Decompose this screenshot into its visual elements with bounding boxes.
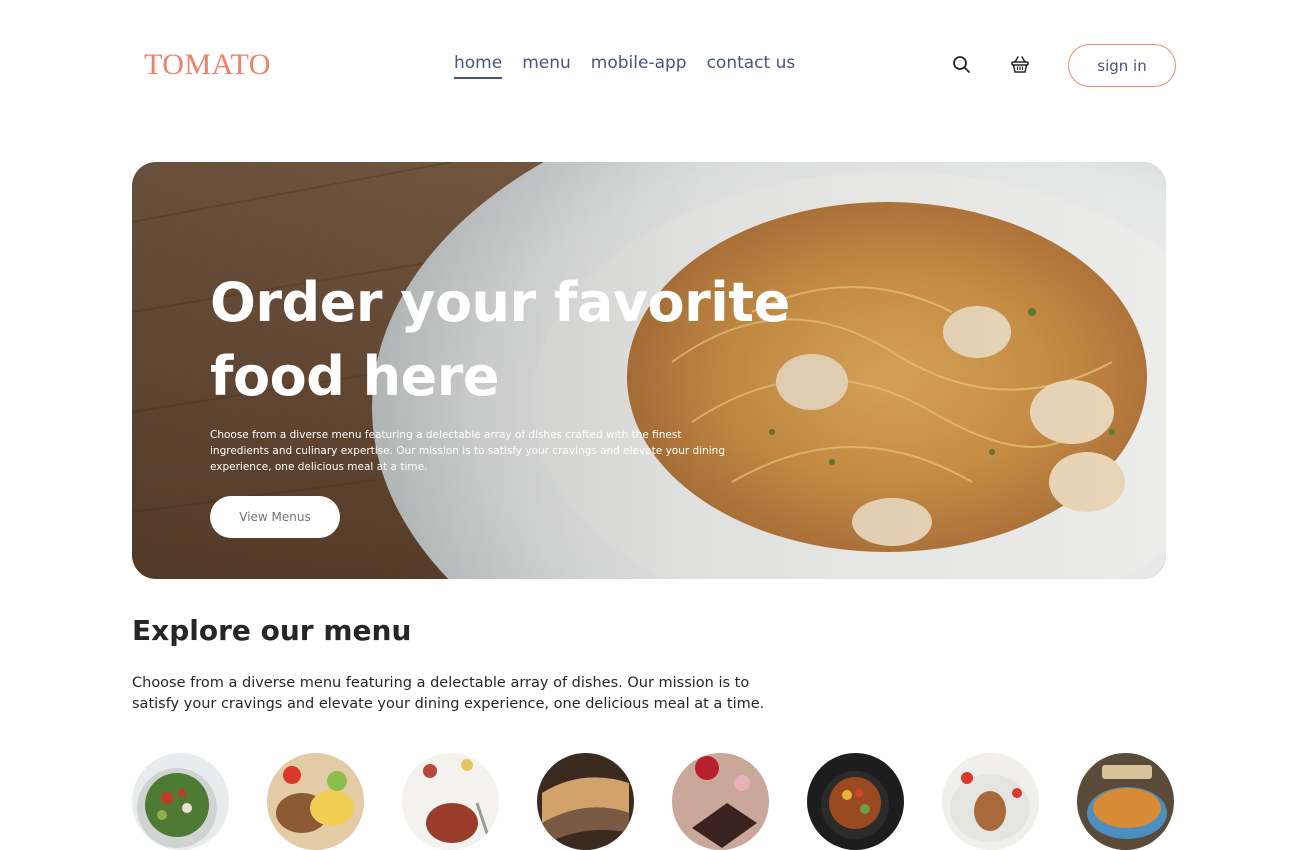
logo[interactable]: TOMATO <box>144 48 271 82</box>
nav-contact-us[interactable]: contact us <box>707 53 796 79</box>
nav-menu[interactable]: menu <box>522 53 571 79</box>
menu-item-noodles[interactable] <box>1077 753 1174 850</box>
hero-description: Choose from a diverse menu featuring a d… <box>210 429 726 473</box>
hero-title: Order your favorite food here <box>210 271 790 408</box>
nav-home[interactable]: home <box>454 53 503 79</box>
search-icon[interactable] <box>951 54 973 76</box>
explore-menu-title: Explore our menu <box>132 614 412 647</box>
explore-menu-description: Choose from a diverse menu featuring a d… <box>132 675 765 712</box>
view-menus-button[interactable]: View Menus <box>210 496 340 538</box>
hero-banner: Order your favorite food here Choose fro… <box>132 162 1166 579</box>
basket-icon[interactable] <box>1009 54 1031 76</box>
menu-item-pure-veg[interactable] <box>807 753 904 850</box>
menu-item-deserts[interactable] <box>402 753 499 850</box>
menu-item-cake[interactable] <box>672 753 769 850</box>
sign-in-button[interactable]: sign in <box>1068 44 1176 87</box>
nav-mobile-app[interactable]: mobile-app <box>591 53 687 79</box>
menu-item-rolls[interactable] <box>267 753 364 850</box>
menu-item-pasta[interactable] <box>942 753 1039 850</box>
menu-item-salad[interactable] <box>132 753 229 850</box>
menu-item-sandwich[interactable] <box>537 753 634 850</box>
main-nav: home menu mobile-app contact us <box>454 53 795 79</box>
menu-category-list <box>132 753 1174 850</box>
